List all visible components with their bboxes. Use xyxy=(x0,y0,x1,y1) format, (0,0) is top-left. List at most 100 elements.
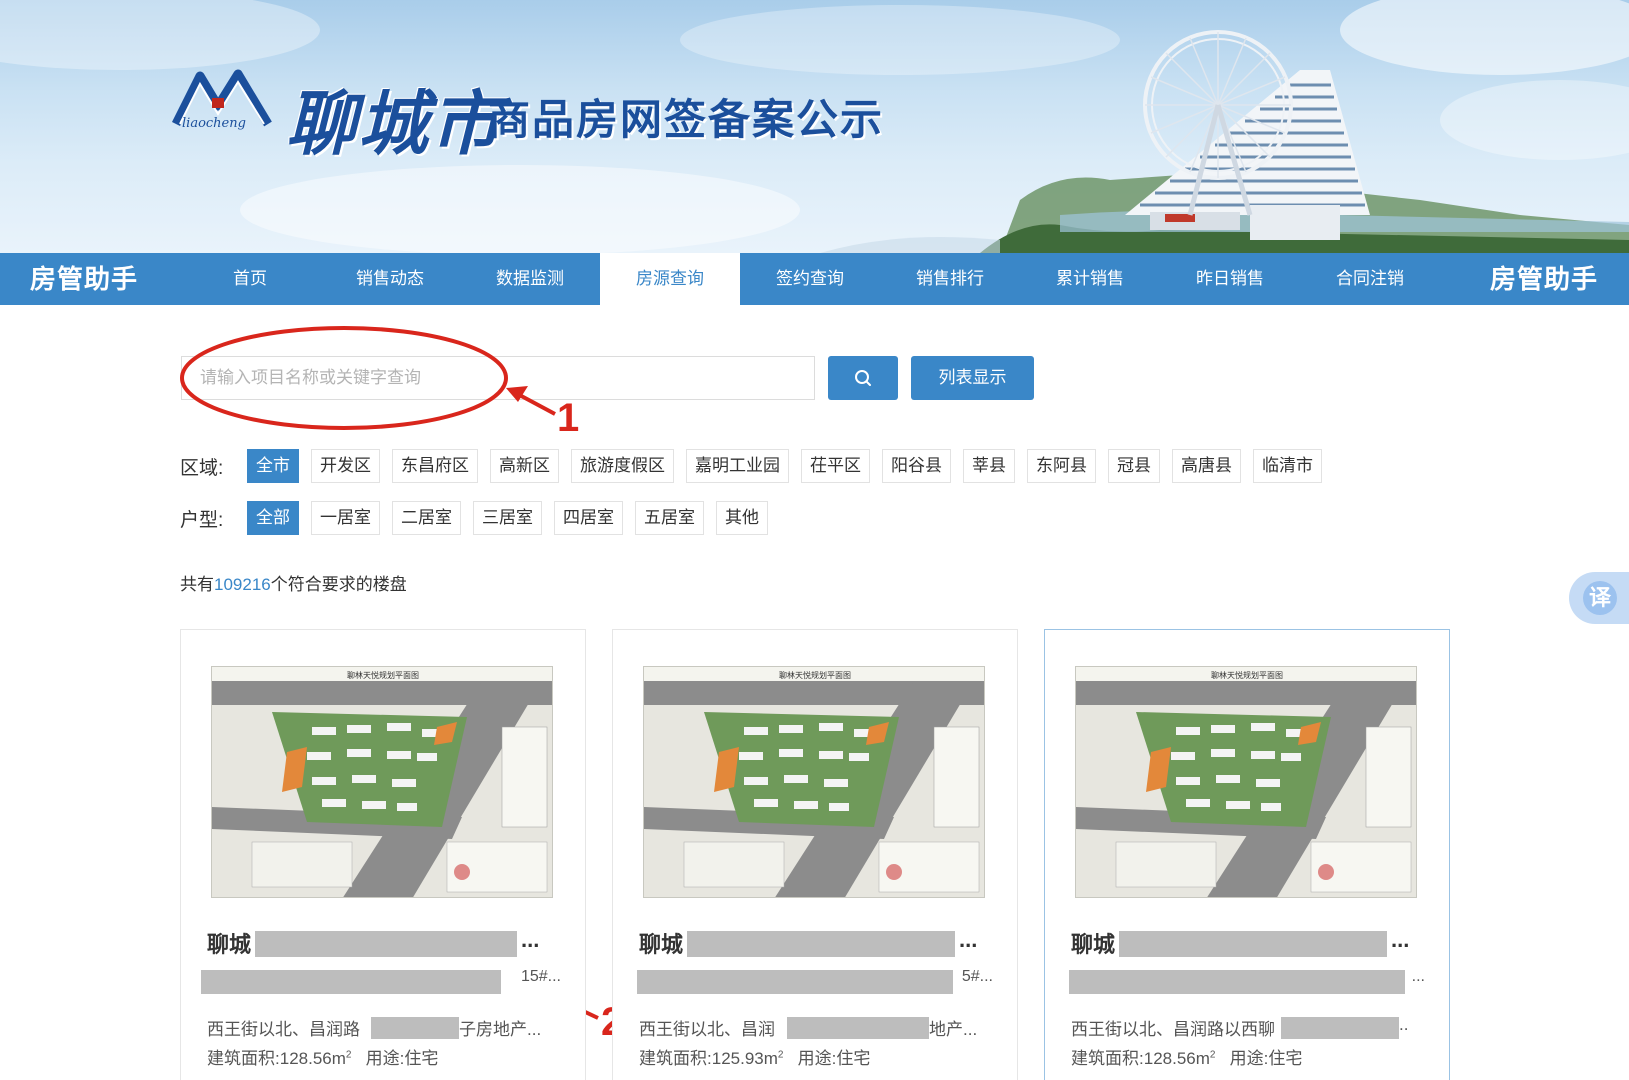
region-chip[interactable]: 冠县 xyxy=(1108,449,1160,483)
redacted-title xyxy=(687,931,955,957)
listing-image[interactable]: 聊林天悦规划平面图 xyxy=(1075,666,1417,898)
listing-image[interactable]: 聊林天悦规划平面图 xyxy=(643,666,985,898)
listing-title-ellipsis: ... xyxy=(959,927,978,952)
use-value: 住宅 xyxy=(836,1049,871,1068)
listing-card[interactable]: 聊林天悦规划平面图 聊城 ... ... 西王街以北、昌润路以西聊 .. 建筑面… xyxy=(1044,629,1450,1080)
logo-city-name: 聊城市 xyxy=(286,82,502,165)
result-count: 共有109216个符合要求的楼盘 xyxy=(180,570,407,595)
room-type-chip-all[interactable]: 全部 xyxy=(247,501,299,535)
region-chip[interactable]: 高唐县 xyxy=(1172,449,1241,483)
nav-item-sales-ranking[interactable]: 销售排行 xyxy=(880,253,1020,305)
translate-widget[interactable]: 译 xyxy=(1569,572,1629,624)
listing-title-prefix: 聊城 xyxy=(1071,932,1116,957)
header-banner: liaocheng 聊城市 商品房网签备案公示 xyxy=(0,0,1629,253)
listing-title-prefix: 聊城 xyxy=(207,932,252,957)
region-chip[interactable]: 嘉明工业园 xyxy=(686,449,789,483)
logo-pinyin: liaocheng xyxy=(182,116,246,131)
listing-title-ellipsis: ... xyxy=(521,927,540,952)
listing-address-suffix: 子房地产... xyxy=(459,1020,542,1039)
room-type-label: 户型: xyxy=(180,509,224,531)
redacted-address xyxy=(1281,1017,1399,1039)
region-chip[interactable]: 东昌府区 xyxy=(392,449,478,483)
use-label: 用途: xyxy=(797,1049,837,1068)
search-icon xyxy=(855,370,871,386)
nav-item-sales-dynamics[interactable]: 销售动态 xyxy=(320,253,460,305)
listing-subtitle: ... xyxy=(1411,968,1425,985)
area-label: 建筑面积: xyxy=(207,1049,280,1068)
room-type-chip[interactable]: 其他 xyxy=(716,501,768,535)
region-chip[interactable]: 开发区 xyxy=(311,449,380,483)
nav-item-contract-search[interactable]: 签约查询 xyxy=(740,253,880,305)
nav-item-listing-search[interactable]: 房源查询 xyxy=(600,253,740,305)
list-view-button[interactable]: 列表显示 xyxy=(911,356,1034,400)
listing-address-suffix: .. xyxy=(1399,1015,1409,1034)
region-filter: 区域: 全市 开发区 东昌府区 高新区 旅游度假区 嘉明工业园 茌平区 阳谷县 … xyxy=(180,449,1334,483)
area-label: 建筑面积: xyxy=(639,1049,712,1068)
region-chip[interactable]: 东阿县 xyxy=(1027,449,1096,483)
region-chip[interactable]: 莘县 xyxy=(963,449,1015,483)
listing-subtitle: 15#... xyxy=(520,968,561,985)
search-input[interactable] xyxy=(181,356,815,400)
use-value: 住宅 xyxy=(404,1049,439,1068)
site-plan-caption: 聊林天悦规划平面图 xyxy=(779,670,851,680)
region-chip[interactable]: 临清市 xyxy=(1253,449,1322,483)
result-count-prefix: 共有 xyxy=(180,575,214,594)
nav-item-data-monitor[interactable]: 数据监测 xyxy=(460,253,600,305)
nav-item-cumulative-sales[interactable]: 累计销售 xyxy=(1020,253,1160,305)
listing-meta: 建筑面积:128.56m2 用途:住宅 xyxy=(207,1049,439,1068)
listing-address-prefix: 西王街以北、昌润路以西聊 xyxy=(1071,1020,1275,1039)
region-chip[interactable]: 茌平区 xyxy=(801,449,870,483)
listing-card[interactable]: 聊林天悦规划平面图 聊城 ... 15#... 西王街以北、昌润路 子房地产..… xyxy=(180,629,586,1080)
site-plan-image: 聊林天悦规划平面图 xyxy=(644,667,984,897)
nav-item-contract-cancel[interactable]: 合同注销 xyxy=(1300,253,1440,305)
nav-item-yesterday-sales[interactable]: 昨日销售 xyxy=(1160,253,1300,305)
region-label: 区域: xyxy=(180,457,224,479)
area-value: 128.56m xyxy=(279,1049,346,1068)
nav-brand-right[interactable]: 房管助手 xyxy=(1490,253,1598,305)
region-chip[interactable]: 阳谷县 xyxy=(882,449,951,483)
listing-title-prefix: 聊城 xyxy=(639,932,684,957)
nav-item-home[interactable]: 首页 xyxy=(180,253,320,305)
redacted-address xyxy=(371,1017,459,1039)
site-plan-image: 聊林天悦规划平面图 xyxy=(1076,667,1416,897)
result-count-suffix: 个符合要求的楼盘 xyxy=(270,575,407,594)
area-label: 建筑面积: xyxy=(1071,1049,1144,1068)
listing-meta: 建筑面积:128.56m2 用途:住宅 xyxy=(1071,1049,1303,1068)
listing-title-ellipsis: ... xyxy=(1391,927,1410,952)
listing-address-prefix: 西王街以北、昌润路 xyxy=(207,1020,360,1039)
redacted-address xyxy=(787,1017,929,1039)
listing-meta: 建筑面积:125.93m2 用途:住宅 xyxy=(639,1049,871,1068)
annotation-label-1: 1 xyxy=(557,396,580,440)
redacted-title xyxy=(1119,931,1387,957)
nav-brand-left[interactable]: 房管助手 xyxy=(30,253,138,305)
region-chip[interactable]: 旅游度假区 xyxy=(571,449,674,483)
search-button[interactable] xyxy=(828,356,898,400)
listing-address-suffix: 地产... xyxy=(929,1020,978,1039)
site-title: 商品房网签备案公示 xyxy=(488,95,885,144)
result-count-number: 109216 xyxy=(214,575,271,594)
room-type-chip[interactable]: 五居室 xyxy=(635,501,704,535)
main-nav: 房管助手 首页 销售动态 数据监测 房源查询 签约查询 销售排行 累计销售 昨日… xyxy=(0,253,1629,305)
area-value: 128.56m xyxy=(1143,1049,1210,1068)
room-type-chip[interactable]: 一居室 xyxy=(311,501,380,535)
listing-card[interactable]: 聊林天悦规划平面图 聊城 ... 5#... 西王街以北、昌润 地产... 建筑… xyxy=(612,629,1018,1080)
listing-address-prefix: 西王街以北、昌润 xyxy=(639,1020,775,1039)
area-value: 125.93m xyxy=(711,1049,778,1068)
translate-icon[interactable]: 译 xyxy=(1583,581,1617,615)
room-type-chip[interactable]: 三居室 xyxy=(473,501,542,535)
room-type-filter: 户型: 全部 一居室 二居室 三居室 四居室 五居室 其他 xyxy=(180,501,780,535)
site-plan-image: 聊林天悦规划平面图 xyxy=(212,667,552,897)
room-type-chip[interactable]: 四居室 xyxy=(554,501,623,535)
use-label: 用途: xyxy=(365,1049,405,1068)
site-plan-caption: 聊林天悦规划平面图 xyxy=(347,670,419,680)
nav-menu: 首页 销售动态 数据监测 房源查询 签约查询 销售排行 累计销售 昨日销售 合同… xyxy=(180,253,1440,305)
region-chip[interactable]: 高新区 xyxy=(490,449,559,483)
use-label: 用途: xyxy=(1229,1049,1269,1068)
region-chip-all[interactable]: 全市 xyxy=(247,449,299,483)
listing-image[interactable]: 聊林天悦规划平面图 xyxy=(211,666,553,898)
redacted-title xyxy=(255,931,517,957)
listing-subtitle: 5#... xyxy=(961,968,993,985)
room-type-chip[interactable]: 二居室 xyxy=(392,501,461,535)
site-plan-caption: 聊林天悦规划平面图 xyxy=(1211,670,1283,680)
use-value: 住宅 xyxy=(1268,1049,1303,1068)
